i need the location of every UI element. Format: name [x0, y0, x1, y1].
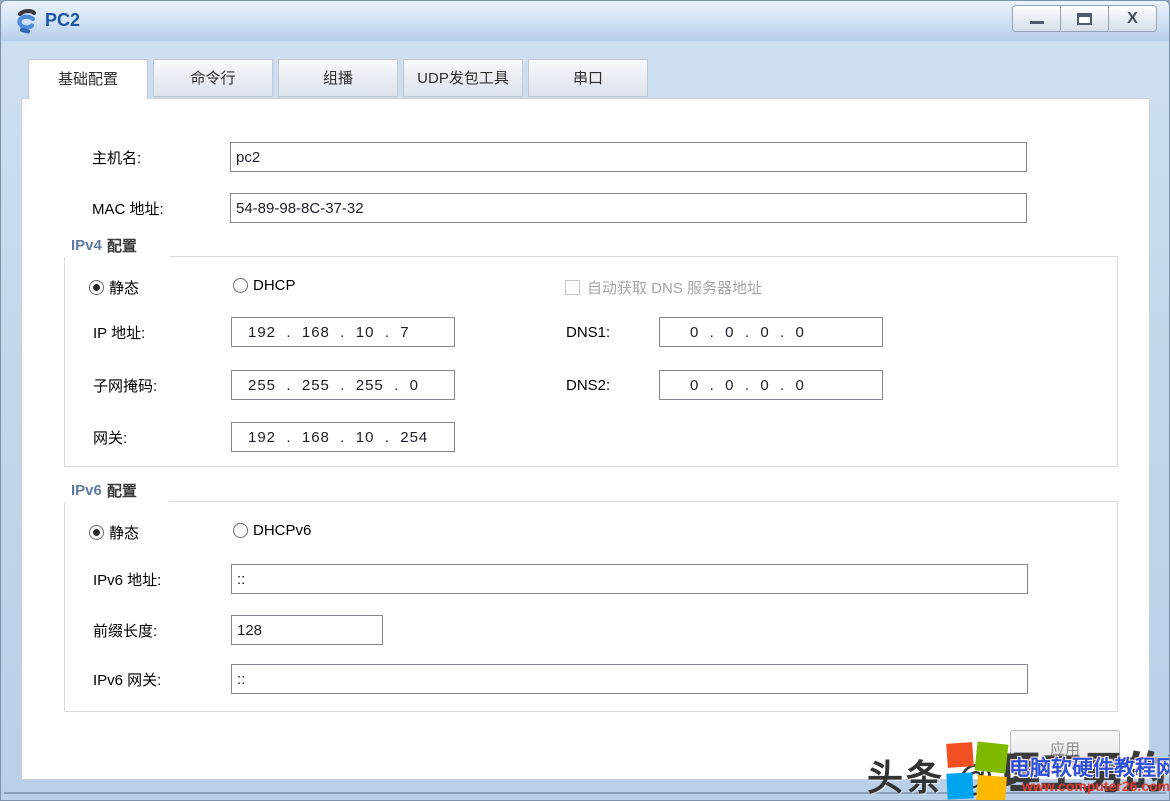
checkbox-unchecked-icon	[565, 280, 580, 295]
ipv4-static-label: 静态	[109, 277, 139, 298]
ipv6-gateway-input[interactable]	[231, 664, 1028, 694]
prefix-length-input[interactable]	[231, 615, 383, 645]
tab-bar: 基础配置 命令行 组播 UDP发包工具 串口	[28, 59, 653, 99]
tab-udp-tool[interactable]: UDP发包工具	[403, 59, 523, 97]
tab-basic-config[interactable]: 基础配置	[28, 59, 148, 99]
ipv6-group-label-cn: 配置	[107, 480, 137, 501]
dns1-input[interactable]	[659, 317, 883, 347]
auto-dns-checkbox[interactable]: 自动获取 DNS 服务器地址	[565, 277, 762, 298]
ipv4-dhcp-label: DHCP	[253, 277, 296, 294]
minimize-button[interactable]	[1012, 5, 1061, 32]
radio-unchecked-icon	[233, 523, 248, 538]
ensp-app-icon	[13, 8, 40, 35]
radio-checked-icon	[89, 525, 104, 540]
ipv6-static-label: 静态	[109, 522, 139, 543]
maximize-button[interactable]	[1060, 5, 1109, 32]
minimize-icon	[1030, 21, 1044, 24]
ip-address-label: IP 地址:	[93, 317, 145, 348]
radio-unchecked-icon	[233, 278, 248, 293]
tab-multicast[interactable]: 组播	[278, 59, 398, 97]
prefix-length-label: 前缀长度:	[93, 615, 157, 646]
subnet-mask-input[interactable]	[231, 370, 455, 400]
ipv6-config-group: IPv6 配置 静态 DHCPv6 IPv6 地址: 前缀长度: IPv6 网关…	[64, 501, 1118, 712]
dns1-label: DNS1:	[566, 317, 610, 348]
window-title: PC2	[45, 10, 80, 31]
ipv6-group-label-en: IPv6	[71, 482, 102, 499]
ipv4-group-label-en: IPv4	[71, 237, 102, 254]
ipv6-dhcp-radio[interactable]: DHCPv6	[233, 522, 311, 539]
ipv6-address-input[interactable]	[231, 564, 1028, 594]
auto-dns-label: 自动获取 DNS 服务器地址	[587, 277, 762, 298]
pc-config-window: PC2 X 基础配置 命令行 组播 UDP发包工具 串口 主机名: MAC 地址…	[0, 0, 1170, 801]
apply-button[interactable]: 应用	[1010, 730, 1120, 767]
ipv6-dhcp-label: DHCPv6	[253, 522, 311, 539]
mac-address-label: MAC 地址:	[92, 193, 164, 224]
dns2-input[interactable]	[659, 370, 883, 400]
dns2-label: DNS2:	[566, 370, 610, 401]
ipv6-group-label: IPv6 配置	[64, 478, 170, 502]
ip-address-input[interactable]	[231, 317, 455, 347]
tab-serial-port[interactable]: 串口	[528, 59, 648, 97]
tab-command-line[interactable]: 命令行	[153, 59, 273, 97]
ipv6-gateway-label: IPv6 网关:	[93, 664, 161, 695]
ipv4-group-label: IPv4 配置	[64, 233, 170, 257]
ipv6-static-radio[interactable]: 静态	[89, 522, 139, 543]
ipv6-address-label: IPv6 地址:	[93, 564, 161, 595]
window-frame-bottom	[4, 792, 1166, 794]
basic-config-panel: 主机名: MAC 地址: IPv4 配置 静态 DHCP 自动获取 DNS 服务…	[21, 98, 1150, 780]
mac-address-input[interactable]	[230, 193, 1027, 223]
close-icon: X	[1127, 11, 1138, 27]
titlebar[interactable]: PC2 X	[1, 1, 1169, 41]
ipv4-static-radio[interactable]: 静态	[89, 277, 139, 298]
maximize-icon	[1077, 13, 1092, 25]
ipv4-dhcp-radio[interactable]: DHCP	[233, 277, 296, 294]
gateway-label: 网关:	[93, 422, 127, 453]
subnet-mask-label: 子网掩码:	[93, 370, 157, 401]
hostname-input[interactable]	[230, 142, 1027, 172]
radio-checked-icon	[89, 280, 104, 295]
window-controls: X	[1013, 5, 1157, 32]
ipv4-group-label-cn: 配置	[107, 235, 137, 256]
hostname-label: 主机名:	[92, 142, 141, 173]
ipv4-config-group: IPv4 配置 静态 DHCP 自动获取 DNS 服务器地址 IP 地址: DN…	[64, 256, 1118, 467]
gateway-input[interactable]	[231, 422, 455, 452]
close-button[interactable]: X	[1108, 5, 1157, 32]
